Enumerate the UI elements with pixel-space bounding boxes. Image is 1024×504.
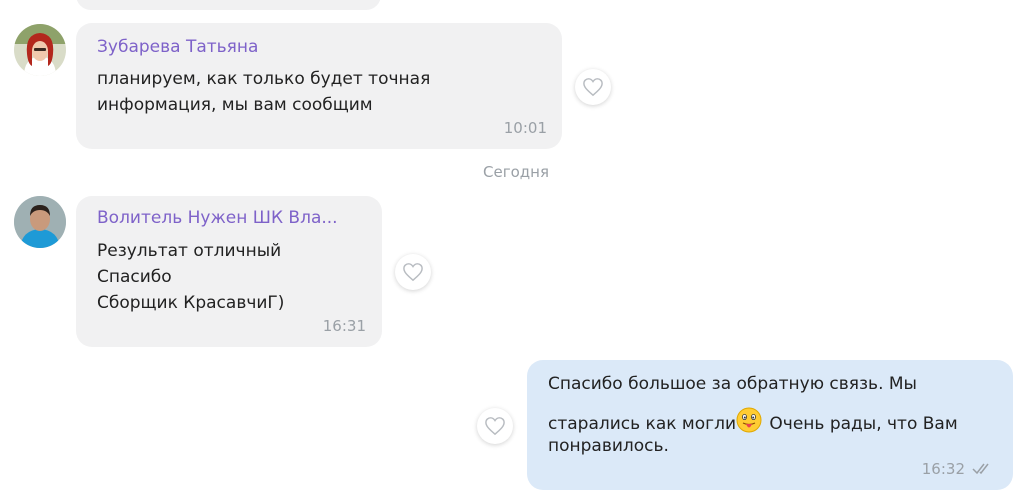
double-check-icon — [971, 460, 995, 479]
sender-avatar[interactable] — [14, 196, 66, 248]
message-timestamp: 16:32 — [921, 460, 965, 478]
message-text-line: информация, мы вам сообщим — [97, 95, 373, 115]
tongue-out-emoji-icon — [736, 407, 762, 438]
message-text-fragment: старались как могли — [548, 414, 736, 434]
sender-name[interactable]: Волитель Нужен ШК Вла... — [97, 208, 338, 228]
message-timestamp: 10:01 — [503, 119, 547, 137]
outgoing-message-bubble[interactable]: Спасибо большое за обратную связь. Мы ст… — [527, 360, 1013, 490]
message-text-line: Результат отличный — [97, 241, 282, 261]
sender-avatar[interactable] — [14, 24, 66, 76]
chat-history[interactable]: Зубарева Татьяна планируем, как только б… — [0, 0, 1024, 504]
date-separator: Сегодня — [483, 163, 549, 181]
message-bubble[interactable]: Волитель Нужен ШК Вла... Результат отлич… — [76, 196, 382, 347]
message-text-line: планируем, как только будет точная — [97, 69, 431, 89]
message-text-line: старались как могли Очень рады, что Вам — [548, 407, 958, 438]
like-button[interactable] — [575, 69, 611, 105]
message-timestamp: 16:31 — [322, 317, 366, 335]
heart-icon — [583, 78, 603, 97]
message-text-fragment: Очень рады, что Вам — [764, 414, 958, 434]
message-text-line: понравилось. — [548, 436, 669, 456]
message-text-line: Спасибо большое за обратную связь. Мы — [548, 374, 917, 394]
like-button[interactable] — [395, 254, 431, 290]
avatar-man-icon — [14, 196, 66, 248]
sender-name[interactable]: Зубарева Татьяна — [97, 37, 258, 57]
message-bubble[interactable]: Зубарева Татьяна планируем, как только б… — [76, 23, 562, 149]
heart-icon — [403, 263, 423, 282]
previous-message-bubble — [76, 0, 381, 10]
message-text-line: Сборщик КрасавчиГ) — [97, 293, 285, 313]
like-button[interactable] — [477, 408, 513, 444]
avatar-woman-icon — [14, 24, 66, 76]
heart-icon — [485, 417, 505, 436]
message-text-line: Спасибо — [97, 267, 172, 287]
